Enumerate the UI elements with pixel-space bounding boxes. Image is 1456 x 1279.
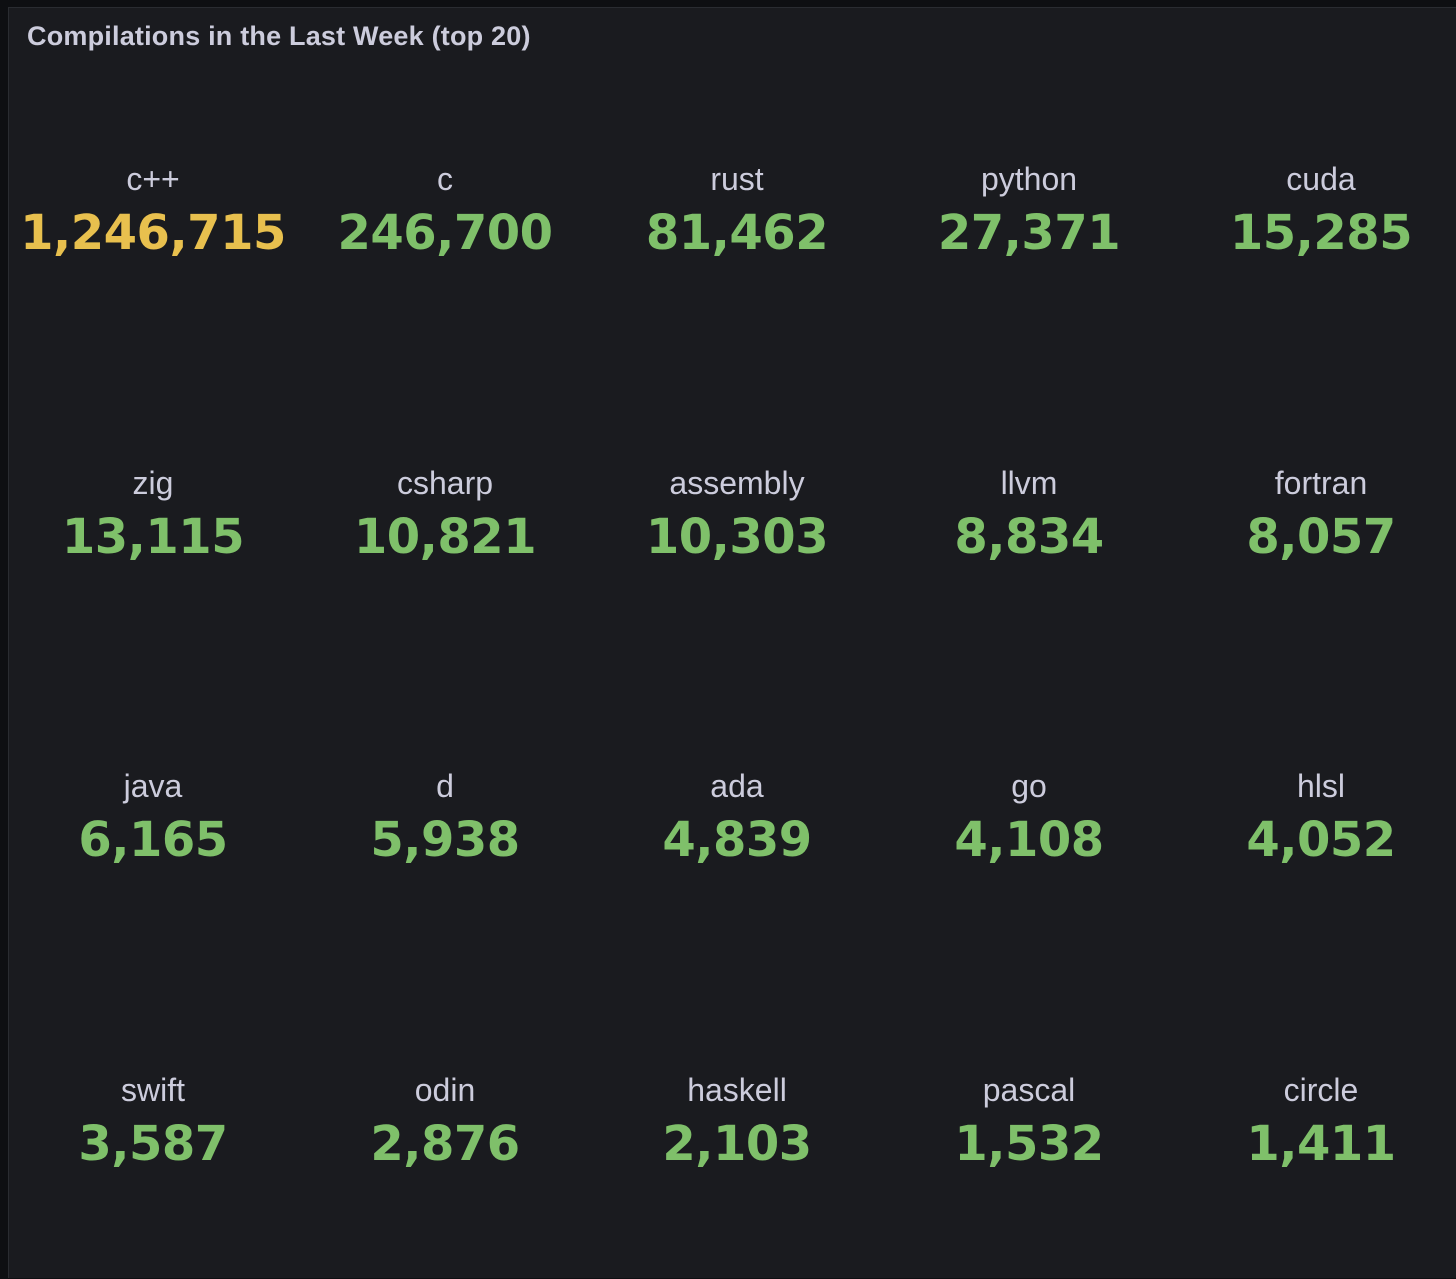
stat-item: go 4,108: [883, 766, 1175, 873]
stat-label: c++: [126, 161, 180, 197]
stat-label: python: [980, 161, 1078, 197]
stat-value: 3,587: [78, 1116, 228, 1172]
stat-label: odin: [414, 1072, 476, 1108]
stat-value: 246,700: [337, 205, 553, 261]
stat-value: 15,285: [1229, 205, 1413, 261]
stat-panel: Compilations in the Last Week (top 20) c…: [8, 7, 1456, 1278]
stat-item: cuda 15,285: [1175, 159, 1456, 266]
stat-value: 8,834: [954, 509, 1104, 565]
stat-label: assembly: [669, 465, 805, 501]
stat-item: csharp 10,821: [299, 463, 591, 570]
stat-value: 2,876: [370, 1116, 520, 1172]
stat-value: 1,411: [1246, 1116, 1396, 1172]
stat-value: 8,057: [1246, 509, 1396, 565]
stat-value: 4,839: [662, 812, 812, 868]
stat-label: java: [123, 768, 183, 804]
stat-label: zig: [132, 465, 174, 501]
stat-label: llvm: [1000, 465, 1058, 501]
stat-label: csharp: [396, 465, 494, 501]
stat-label: rust: [710, 161, 764, 197]
stat-value: 2,103: [662, 1116, 812, 1172]
stat-label: hlsl: [1296, 768, 1345, 804]
stat-item: hlsl 4,052: [1175, 766, 1456, 873]
stat-value: 1,532: [954, 1116, 1104, 1172]
stat-item: python 27,371: [883, 159, 1175, 266]
stat-label: go: [1011, 768, 1047, 804]
stat-label: fortran: [1274, 465, 1368, 501]
stat-item: circle 1,411: [1175, 1070, 1456, 1177]
stat-value: 5,938: [370, 812, 520, 868]
stat-item: d 5,938: [299, 766, 591, 873]
stat-value: 4,108: [954, 812, 1104, 868]
stat-label: swift: [121, 1072, 185, 1108]
stat-value: 27,371: [937, 205, 1121, 261]
stat-value: 6,165: [78, 812, 228, 868]
stat-label: d: [436, 768, 454, 804]
stat-item: c++ 1,246,715: [7, 159, 299, 266]
stat-item: assembly 10,303: [591, 463, 883, 570]
stat-value: 81,462: [645, 205, 829, 261]
stat-item: c 246,700: [299, 159, 591, 266]
stat-item: fortran 8,057: [1175, 463, 1456, 570]
stat-grid: c++ 1,246,715 c 246,700 rust 81,462 pyth…: [9, 8, 1456, 1279]
stat-value: 10,303: [645, 509, 829, 565]
stat-label: ada: [710, 768, 764, 804]
stat-item: java 6,165: [7, 766, 299, 873]
stat-label: pascal: [982, 1072, 1076, 1108]
stat-label: circle: [1283, 1072, 1359, 1108]
stat-item: llvm 8,834: [883, 463, 1175, 570]
stat-value: 1,246,715: [20, 205, 286, 261]
stat-label: cuda: [1286, 161, 1356, 197]
stat-value: 4,052: [1246, 812, 1396, 868]
stat-item: odin 2,876: [299, 1070, 591, 1177]
stat-value: 13,115: [61, 509, 245, 565]
stat-item: ada 4,839: [591, 766, 883, 873]
stat-label: haskell: [687, 1072, 787, 1108]
stat-item: rust 81,462: [591, 159, 883, 266]
stat-value: 10,821: [353, 509, 537, 565]
stat-item: pascal 1,532: [883, 1070, 1175, 1177]
stat-item: haskell 2,103: [591, 1070, 883, 1177]
stat-label: c: [437, 161, 453, 197]
stat-item: zig 13,115: [7, 463, 299, 570]
stat-item: swift 3,587: [7, 1070, 299, 1177]
